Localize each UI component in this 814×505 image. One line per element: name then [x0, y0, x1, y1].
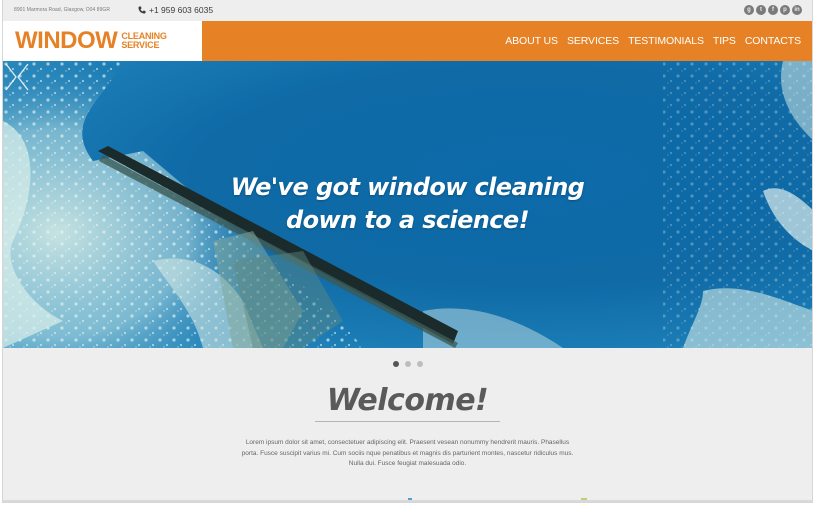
site-header: WINDOW CLEANING SERVICE ABOUT US SERVICE…	[3, 21, 812, 61]
welcome-section: Welcome! Lorem ipsum dolor sit amet, con…	[3, 383, 812, 470]
nav-tips[interactable]: TIPS	[713, 35, 736, 47]
phone-number: +1 959 603 6035	[149, 5, 214, 15]
slider-dot-3[interactable]	[416, 361, 423, 367]
welcome-title: Welcome!	[314, 383, 501, 422]
logo-sub-line-2: SERVICE	[121, 40, 160, 50]
social-links: g t f p in	[744, 5, 802, 15]
hero-headline: We've got window cleaning down to a scie…	[3, 171, 812, 237]
linkedin-icon[interactable]: in	[792, 5, 802, 15]
facebook-icon[interactable]: f	[768, 5, 778, 15]
hero-headline-line-2: down to a science!	[286, 206, 530, 234]
phone-contact[interactable]: +1 959 603 6035	[138, 5, 213, 15]
bottom-divider	[3, 500, 812, 502]
slider-dot-2[interactable]	[404, 361, 411, 367]
hero-headline-line-1: We've got window cleaning	[230, 173, 585, 201]
phone-icon	[138, 6, 146, 14]
hero-slider: We've got window cleaning down to a scie…	[3, 61, 812, 348]
logo[interactable]: WINDOW CLEANING SERVICE	[3, 21, 202, 61]
logo-main-text: WINDOW	[15, 27, 118, 54]
welcome-body: Lorem ipsum dolor sit amet, consectetuer…	[241, 439, 574, 467]
google-plus-icon[interactable]: g	[744, 5, 754, 15]
nav-testimonials[interactable]: TESTIMONIALS	[628, 35, 704, 47]
page-frame: 8901 Marmora Road, Glasgow, D04 89GR +1 …	[2, 0, 813, 503]
pinterest-icon[interactable]: p	[780, 5, 790, 15]
twitter-icon[interactable]: t	[756, 5, 766, 15]
nav-services[interactable]: SERVICES	[567, 35, 619, 47]
slider-pagination	[3, 361, 812, 367]
main-nav: ABOUT US SERVICES TESTIMONIALS TIPS CONT…	[505, 21, 801, 61]
chevron-right-icon[interactable]	[3, 61, 19, 93]
address-text: 8901 Marmora Road, Glasgow, D04 89GR	[14, 7, 111, 13]
nav-about-us[interactable]: ABOUT US	[505, 35, 558, 47]
slider-dot-1[interactable]	[392, 361, 399, 367]
top-bar: 8901 Marmora Road, Glasgow, D04 89GR +1 …	[3, 0, 812, 21]
nav-contacts[interactable]: CONTACTS	[745, 35, 801, 47]
logo-sub-text: CLEANING SERVICE	[121, 32, 167, 50]
